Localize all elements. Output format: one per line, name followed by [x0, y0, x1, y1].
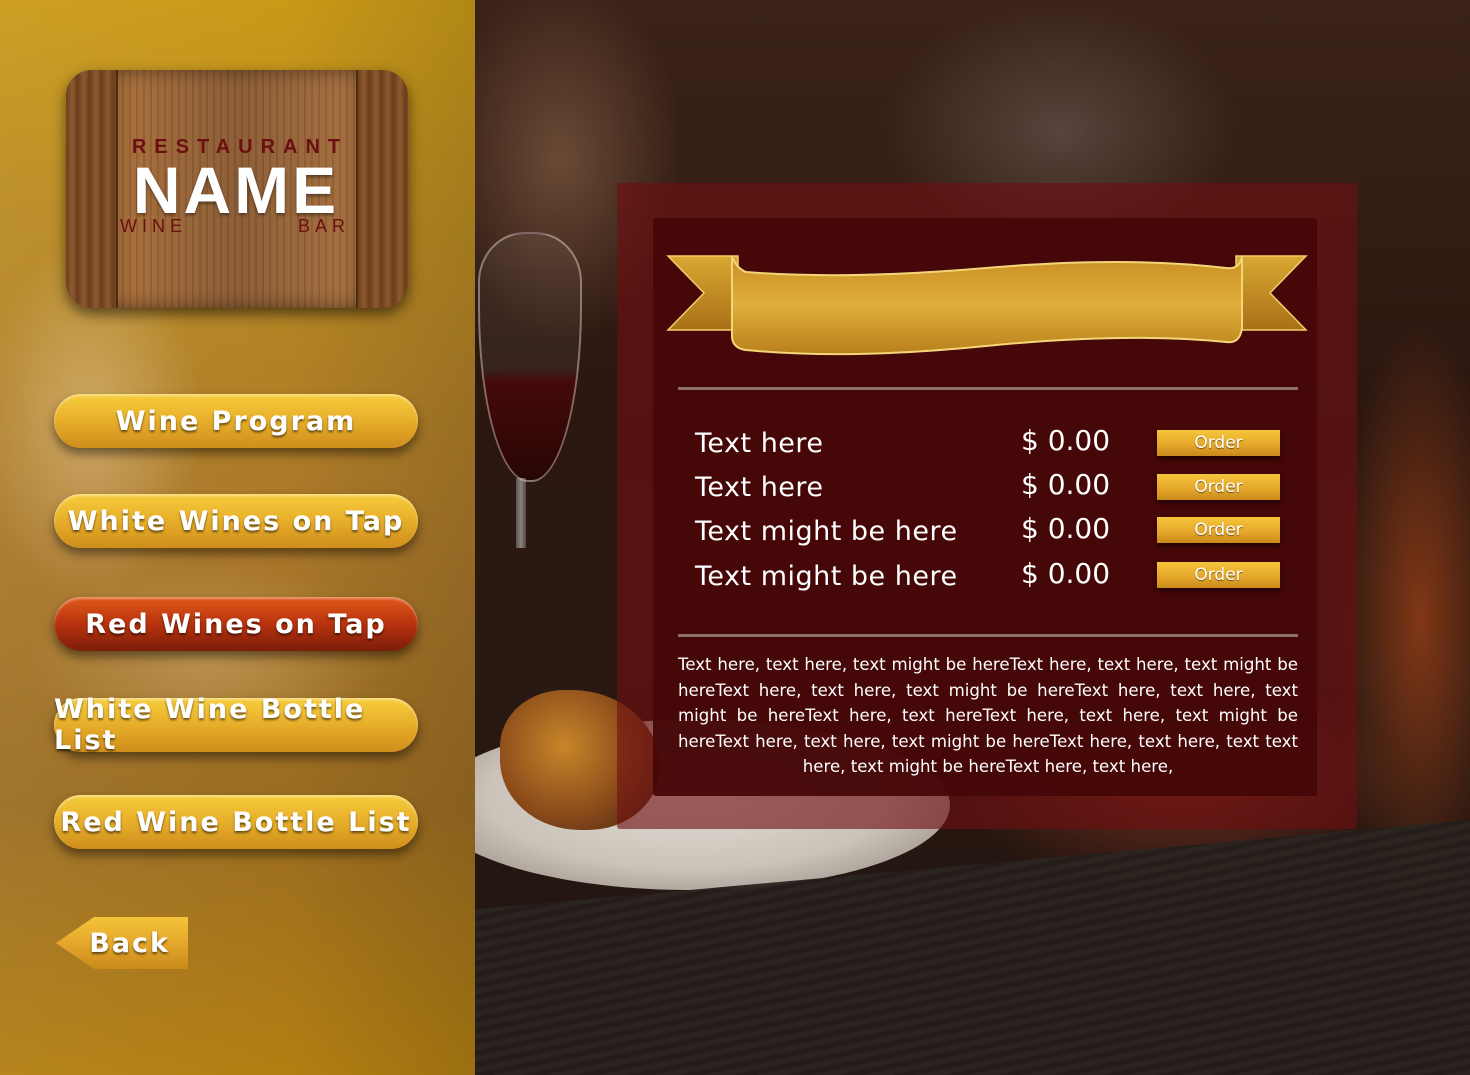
menu-item-row: Text might be here $ 0.00 Order: [695, 512, 1285, 556]
wine-glass-stem-image: [516, 478, 526, 548]
menu-item-price: $ 0.00: [1021, 424, 1111, 457]
logo-barrel-band-right: [356, 70, 408, 308]
menu-divider-bottom: [678, 634, 1298, 637]
menu-item-name: Text might be here: [695, 561, 958, 592]
logo-bottom-left-text: WINE: [120, 216, 187, 236]
order-button[interactable]: Order: [1157, 430, 1280, 456]
menu-item-name: Text here: [695, 472, 824, 503]
menu-divider-top: [678, 387, 1298, 390]
nav-wine-program-button[interactable]: Wine Program: [54, 394, 418, 448]
menu-item-name: Text might be here: [695, 516, 958, 547]
nav-red-wine-bottle-list-button[interactable]: Red Wine Bottle List: [54, 795, 418, 849]
order-button[interactable]: Order: [1157, 562, 1280, 588]
menu-item-price: $ 0.00: [1021, 512, 1111, 545]
nav-white-wines-on-tap-button[interactable]: White Wines on Tap: [54, 494, 418, 548]
menu-item-price: $ 0.00: [1021, 557, 1111, 590]
nav-red-wines-on-tap-button[interactable]: Red Wines on Tap: [54, 597, 418, 651]
menu-description: Text here, text here, text might be here…: [678, 655, 1298, 776]
restaurant-logo: RESTAURANT NAME WINE BAR: [66, 70, 408, 308]
menu-item-row: Text here $ 0.00 Order: [695, 468, 1285, 512]
menu-item-row: Text here $ 0.00 Order: [695, 424, 1285, 468]
menu-item-name: Text here: [695, 428, 824, 459]
back-button-label: Back: [89, 927, 170, 959]
nav-white-wine-bottle-list-button[interactable]: White Wine Bottle List: [54, 694, 418, 756]
ribbon-banner-icon: [666, 255, 1308, 356]
logo-bottom-right-text: BAR: [298, 216, 351, 236]
menu-item-row: Text might be here $ 0.00 Order: [695, 557, 1285, 601]
logo-barrel-band-left: [66, 70, 118, 308]
order-button[interactable]: Order: [1157, 517, 1280, 543]
menu-item-price: $ 0.00: [1021, 468, 1111, 501]
order-button[interactable]: Order: [1157, 474, 1280, 500]
